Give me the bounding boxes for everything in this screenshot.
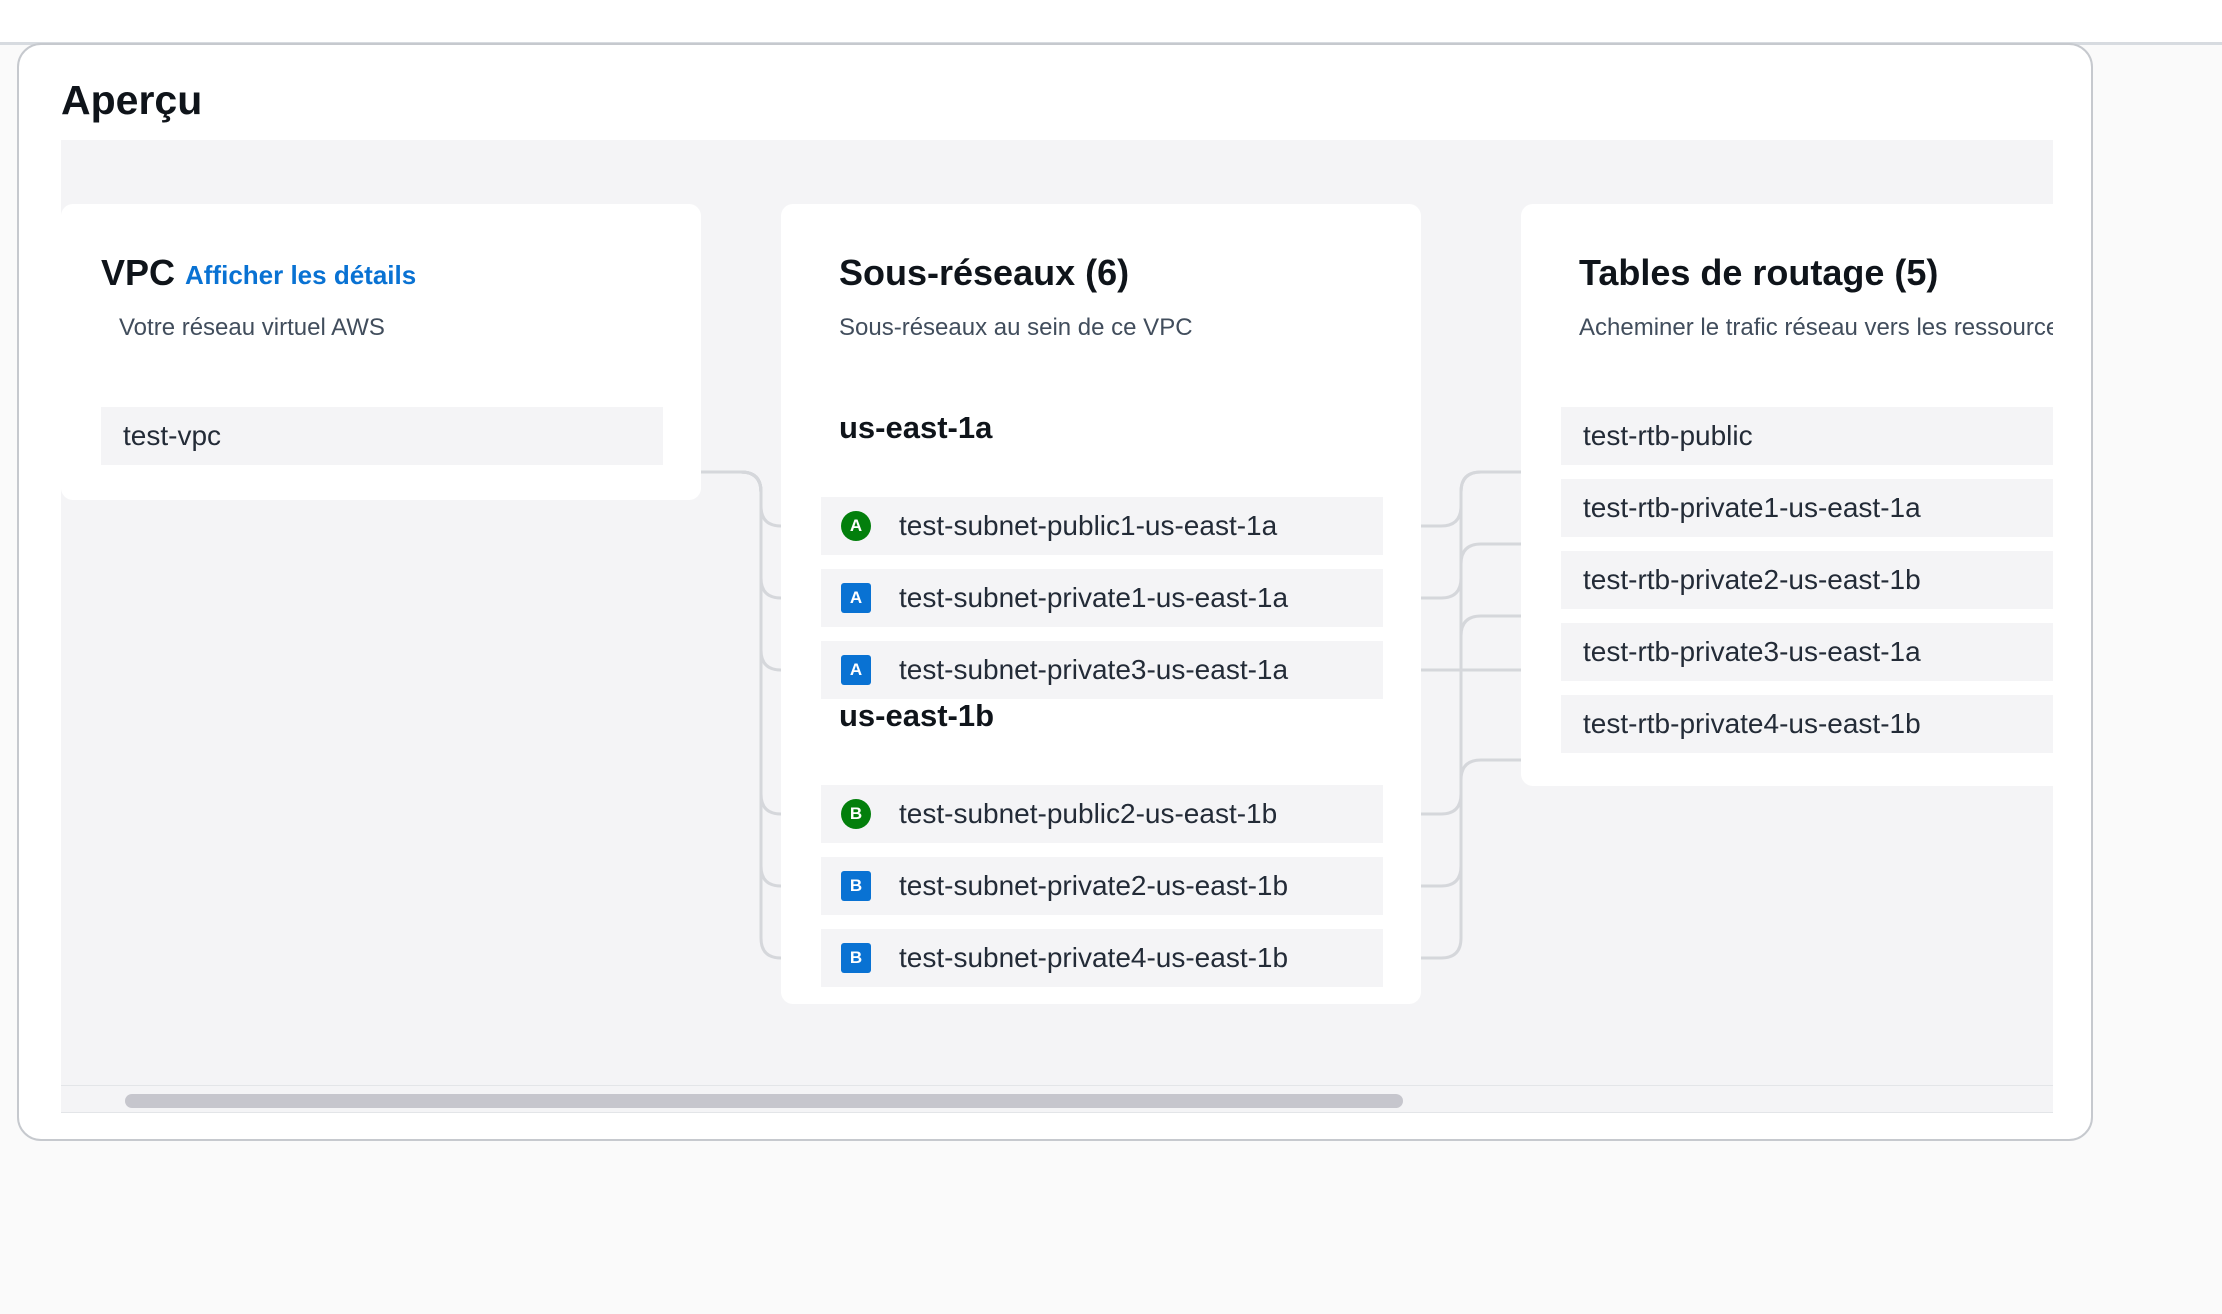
vpc-card-description: Votre réseau virtuel AWS <box>119 314 385 341</box>
subnet-label: test-subnet-private1-us-east-1a <box>899 582 1289 613</box>
route-table-label: test-rtb-private4-us-east-1b <box>1583 708 1921 739</box>
square-badge-icon: A <box>841 583 871 613</box>
route-table-item[interactable]: test-rtb-private1-us-east-1a <box>1561 479 2053 537</box>
route-table-item[interactable]: test-rtb-private4-us-east-1b <box>1561 695 2053 753</box>
circle-badge-icon: A <box>841 511 871 541</box>
route-tables-card: Tables de routage (5) Acheminer le trafi… <box>1521 204 2053 786</box>
vpc-card-title: VPC <box>101 252 176 293</box>
subnet-label: test-subnet-public1-us-east-1a <box>899 510 1278 541</box>
vpc-item[interactable]: test-vpc <box>101 407 663 465</box>
view-details-link[interactable]: Afficher les détails <box>185 260 416 291</box>
route-tables-card-title: Tables de routage (5) <box>1579 252 1939 293</box>
route-tables-card-description: Acheminer le trafic réseau vers les ress… <box>1579 314 2053 341</box>
zone-title: us-east-1b <box>839 698 995 733</box>
subnet-item[interactable]: A test-subnet-private3-us-east-1a <box>821 641 1383 699</box>
route-table-label: test-rtb-private1-us-east-1a <box>1583 492 1921 523</box>
page-title: Aperçu <box>61 77 203 123</box>
top-bar <box>0 0 2222 45</box>
subnet-item[interactable]: A test-subnet-private1-us-east-1a <box>821 569 1383 627</box>
subnets-card: Sous-réseaux (6) Sous-réseaux au sein de… <box>781 204 1421 1004</box>
route-table-item[interactable]: test-rtb-private3-us-east-1a <box>1561 623 2053 681</box>
subnet-label: test-subnet-public2-us-east-1b <box>899 798 1278 829</box>
subnets-card-title: Sous-réseaux (6) <box>839 252 1130 293</box>
connector-subnet-6-rtb-private4 <box>1399 758 1559 960</box>
square-badge-icon: B <box>841 871 871 901</box>
vpc-item-label: test-vpc <box>123 420 222 451</box>
subnet-item[interactable]: A test-subnet-public1-us-east-1a <box>821 497 1383 555</box>
overview-container: Aperçu VPC Afficher les détails Votre ré… <box>17 43 2093 1141</box>
square-badge-icon: A <box>841 655 871 685</box>
subnet-label: test-subnet-private2-us-east-1b <box>899 870 1289 901</box>
subnet-item[interactable]: B test-subnet-private2-us-east-1b <box>821 857 1383 915</box>
subnet-label: test-subnet-private4-us-east-1b <box>899 942 1289 973</box>
route-table-label: test-rtb-public <box>1583 420 1753 451</box>
vpc-card: VPC Afficher les détails Votre réseau vi… <box>61 204 701 500</box>
subnets-card-description: Sous-réseaux au sein de ce VPC <box>839 314 1193 341</box>
zone-title: us-east-1a <box>839 410 993 445</box>
subnet-item[interactable]: B test-subnet-public2-us-east-1b <box>821 785 1383 843</box>
route-table-item[interactable]: test-rtb-private2-us-east-1b <box>1561 551 2053 609</box>
scrollbar-thumb[interactable] <box>125 1094 1403 1108</box>
subnet-item[interactable]: B test-subnet-private4-us-east-1b <box>821 929 1383 987</box>
route-table-item[interactable]: test-rtb-public <box>1561 407 2053 465</box>
square-badge-icon: B <box>841 943 871 973</box>
horizontal-scrollbar[interactable] <box>61 1085 2053 1113</box>
route-table-label: test-rtb-private2-us-east-1b <box>1583 564 1921 595</box>
circle-badge-icon: B <box>841 799 871 829</box>
subnet-label: test-subnet-private3-us-east-1a <box>899 654 1289 685</box>
resource-map: VPC Afficher les détails Votre réseau vi… <box>61 140 2053 1113</box>
route-table-label: test-rtb-private3-us-east-1a <box>1583 636 1921 667</box>
